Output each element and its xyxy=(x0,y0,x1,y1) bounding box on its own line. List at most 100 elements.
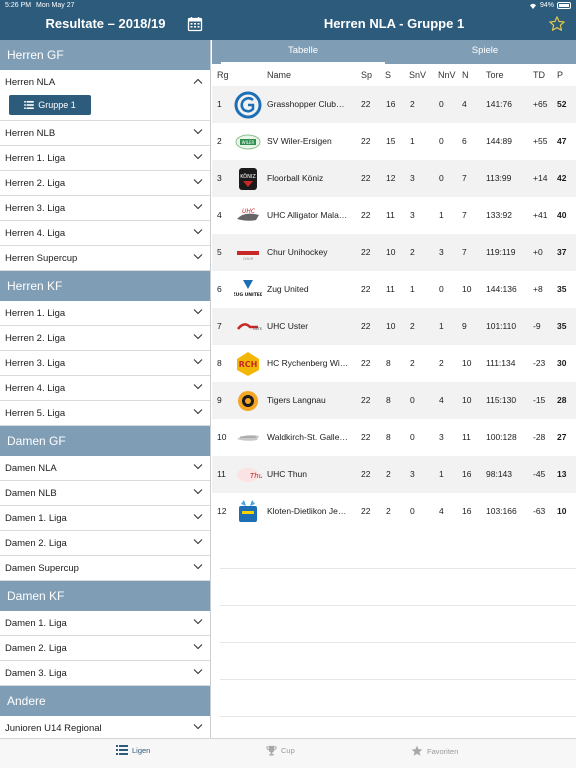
thun-logo-icon: Thun xyxy=(237,468,262,482)
cell-s: 10 xyxy=(386,321,396,331)
cell-nnv: 0 xyxy=(439,173,444,183)
svg-text:USTER: USTER xyxy=(253,327,262,331)
tigers-logo-icon xyxy=(238,391,258,411)
cell-s: 8 xyxy=(386,395,391,405)
svg-text:RCH: RCH xyxy=(239,360,258,369)
chevron-down-icon xyxy=(193,489,203,495)
table-row[interactable]: 1 Grasshopper Club… 22 16 2 0 4 141:76 +65 52 xyxy=(212,86,576,123)
sidebar-item[interactable]: Herren 4. Liga xyxy=(0,221,210,246)
waldkirch-logo-icon xyxy=(237,435,259,441)
col-nnv: NnV xyxy=(438,70,456,80)
sidebar-item-label: Herren 2. Liga xyxy=(5,333,66,344)
chevron-down-icon xyxy=(193,359,203,365)
sidebar-item[interactable]: Herren 3. Liga xyxy=(0,351,210,376)
calendar-icon[interactable] xyxy=(187,16,203,32)
sidebar-item-label: Damen NLB xyxy=(5,488,57,499)
favorite-star-icon[interactable] xyxy=(548,15,566,33)
sidebar-item[interactable]: Herren NLB xyxy=(0,121,210,146)
cell-rank: 2 xyxy=(217,136,222,146)
battery-icon xyxy=(557,2,571,9)
navigation-bar: 5:26 PM Mon May 27 94% Resultate – 2018/… xyxy=(0,0,576,40)
cell-points: 35 xyxy=(557,284,567,294)
sidebar-item[interactable]: Herren 1. Liga xyxy=(0,301,210,326)
sidebar-item[interactable]: Junioren U14 Regional xyxy=(0,716,210,738)
sidebar-item[interactable]: Herren 1. Liga xyxy=(0,146,210,171)
cell-tore: 141:76 xyxy=(486,99,512,109)
tabbar-ligen[interactable]: Ligen xyxy=(116,745,150,755)
table-row[interactable]: 8 HC Rychenberg Wi… 22 8 2 2 10 111:134 -23 30 RCH xyxy=(212,345,576,382)
list-icon xyxy=(116,745,128,755)
zug-logo-icon: ZUG UNITED xyxy=(234,280,262,298)
sidebar-item-label: Junioren U14 Regional xyxy=(5,723,102,734)
chevron-down-icon xyxy=(193,464,203,470)
cell-snv: 2 xyxy=(410,99,415,109)
table-row[interactable]: 5 Chur Unihockey 22 10 2 3 7 119:119 +0 37 CHUR xyxy=(212,234,576,271)
standings-panel: Tabelle Spiele Rg Name Sp S SnV NnV N To… xyxy=(212,40,576,754)
sidebar-item[interactable]: Damen NLB xyxy=(0,481,210,506)
section-header: Andere xyxy=(0,686,210,716)
sidebar-item[interactable]: Herren NLA Gruppe 1 xyxy=(0,70,210,121)
table-row[interactable]: 7 UHC Uster 22 10 2 1 9 101:110 -9 35 USTER xyxy=(212,308,576,345)
tabbar-cup[interactable]: Cup xyxy=(266,745,295,756)
cell-sp: 22 xyxy=(361,99,371,109)
table-row[interactable]: 12 Kloten-Dietlikon Je… 22 2 0 4 16 103:166 -63 1… xyxy=(212,493,576,530)
col-name: Name xyxy=(267,70,292,80)
col-sp: Sp xyxy=(361,70,373,80)
sidebar-item[interactable]: Herren 2. Liga xyxy=(0,171,210,196)
sidebar-item[interactable]: Herren 5. Liga xyxy=(0,401,210,426)
cell-nnv: 0 xyxy=(439,284,444,294)
tabbar-favoriten[interactable]: Favoriten xyxy=(411,745,458,757)
sidebar-item-label: Herren 3. Liga xyxy=(5,358,66,369)
cell-td: +14 xyxy=(533,173,548,183)
table-row[interactable]: 3 Floorball Köniz 22 12 3 0 7 113:99 +14 42 KÖNIZ xyxy=(212,160,576,197)
sidebar-item[interactable]: Damen 1. Liga xyxy=(0,611,210,636)
chevron-down-icon xyxy=(193,564,203,570)
sidebar-item[interactable]: Herren 4. Liga xyxy=(0,376,210,401)
sidebar-item[interactable]: Damen 1. Liga xyxy=(0,506,210,531)
sidebar-item[interactable]: Damen 3. Liga xyxy=(0,661,210,686)
sidebar-item-label: Damen 3. Liga xyxy=(5,668,67,679)
tab-tabelle[interactable]: Tabelle xyxy=(212,40,394,64)
chur-logo-icon: CHUR xyxy=(237,251,259,261)
svg-text:ZUG UNITED: ZUG UNITED xyxy=(234,292,262,298)
cell-nnv: 1 xyxy=(439,469,444,479)
table-row[interactable]: 9 Tigers Langnau 22 8 0 4 10 115:130 -15 28 xyxy=(212,382,576,419)
tab-spiele[interactable]: Spiele xyxy=(394,40,576,64)
cell-n: 10 xyxy=(462,358,472,368)
cell-td: +55 xyxy=(533,136,548,146)
group-button[interactable]: Gruppe 1 xyxy=(9,95,91,115)
sidebar-item[interactable]: Herren 3. Liga xyxy=(0,196,210,221)
sidebar-item-label: Herren 3. Liga xyxy=(5,203,66,214)
cell-points: 10 xyxy=(557,506,567,516)
cell-points: 30 xyxy=(557,358,567,368)
cell-n: 10 xyxy=(462,395,472,405)
cell-points: 37 xyxy=(557,247,567,257)
sidebar-item[interactable]: Damen 2. Liga xyxy=(0,531,210,556)
sidebar-item[interactable]: Damen NLA xyxy=(0,456,210,481)
col-td: TD xyxy=(533,70,545,80)
cell-td: -63 xyxy=(533,506,546,516)
chevron-down-icon xyxy=(193,204,203,210)
sidebar-item[interactable]: Herren Supercup xyxy=(0,246,210,271)
table-row[interactable]: 4 UHC Alligator Mala… 22 11 3 1 7 133:92 +41 40 UH… xyxy=(212,197,576,234)
battery-percent: 94% xyxy=(539,2,554,9)
chevron-down-icon xyxy=(193,229,203,235)
sidebar-item[interactable]: Damen Supercup xyxy=(0,556,210,581)
tabbar-cup-label: Cup xyxy=(281,746,295,755)
cell-rank: 10 xyxy=(217,432,227,442)
sidebar-item[interactable]: Damen 2. Liga xyxy=(0,636,210,661)
sidebar-item[interactable]: Herren 2. Liga xyxy=(0,326,210,351)
table-row[interactable]: 11UHC Thun222311698:143-4513Thun xyxy=(212,456,576,493)
table-row[interactable]: 6 Zug United 22 11 1 0 10 144:136 +8 35 ZUG UNITED xyxy=(212,271,576,308)
cell-nnv: 1 xyxy=(439,321,444,331)
cell-team-name: UHC Alligator Mala… xyxy=(267,210,348,220)
cell-td: +8 xyxy=(533,284,543,294)
table-row[interactable]: 2 SV Wiler-Ersigen 22 15 1 0 6 144:89 +55 47 WILER xyxy=(212,123,576,160)
cell-snv: 2 xyxy=(410,247,415,257)
cell-n: 7 xyxy=(462,247,467,257)
cell-rank: 8 xyxy=(217,358,222,368)
cell-team-name: SV Wiler-Ersigen xyxy=(267,136,332,146)
chevron-down-icon xyxy=(193,644,203,650)
cell-tore: 98:143 xyxy=(486,469,512,479)
table-row[interactable]: 10 Waldkirch-St. Galle… 22 8 0 3 11 100:128 -28 2… xyxy=(212,419,576,456)
